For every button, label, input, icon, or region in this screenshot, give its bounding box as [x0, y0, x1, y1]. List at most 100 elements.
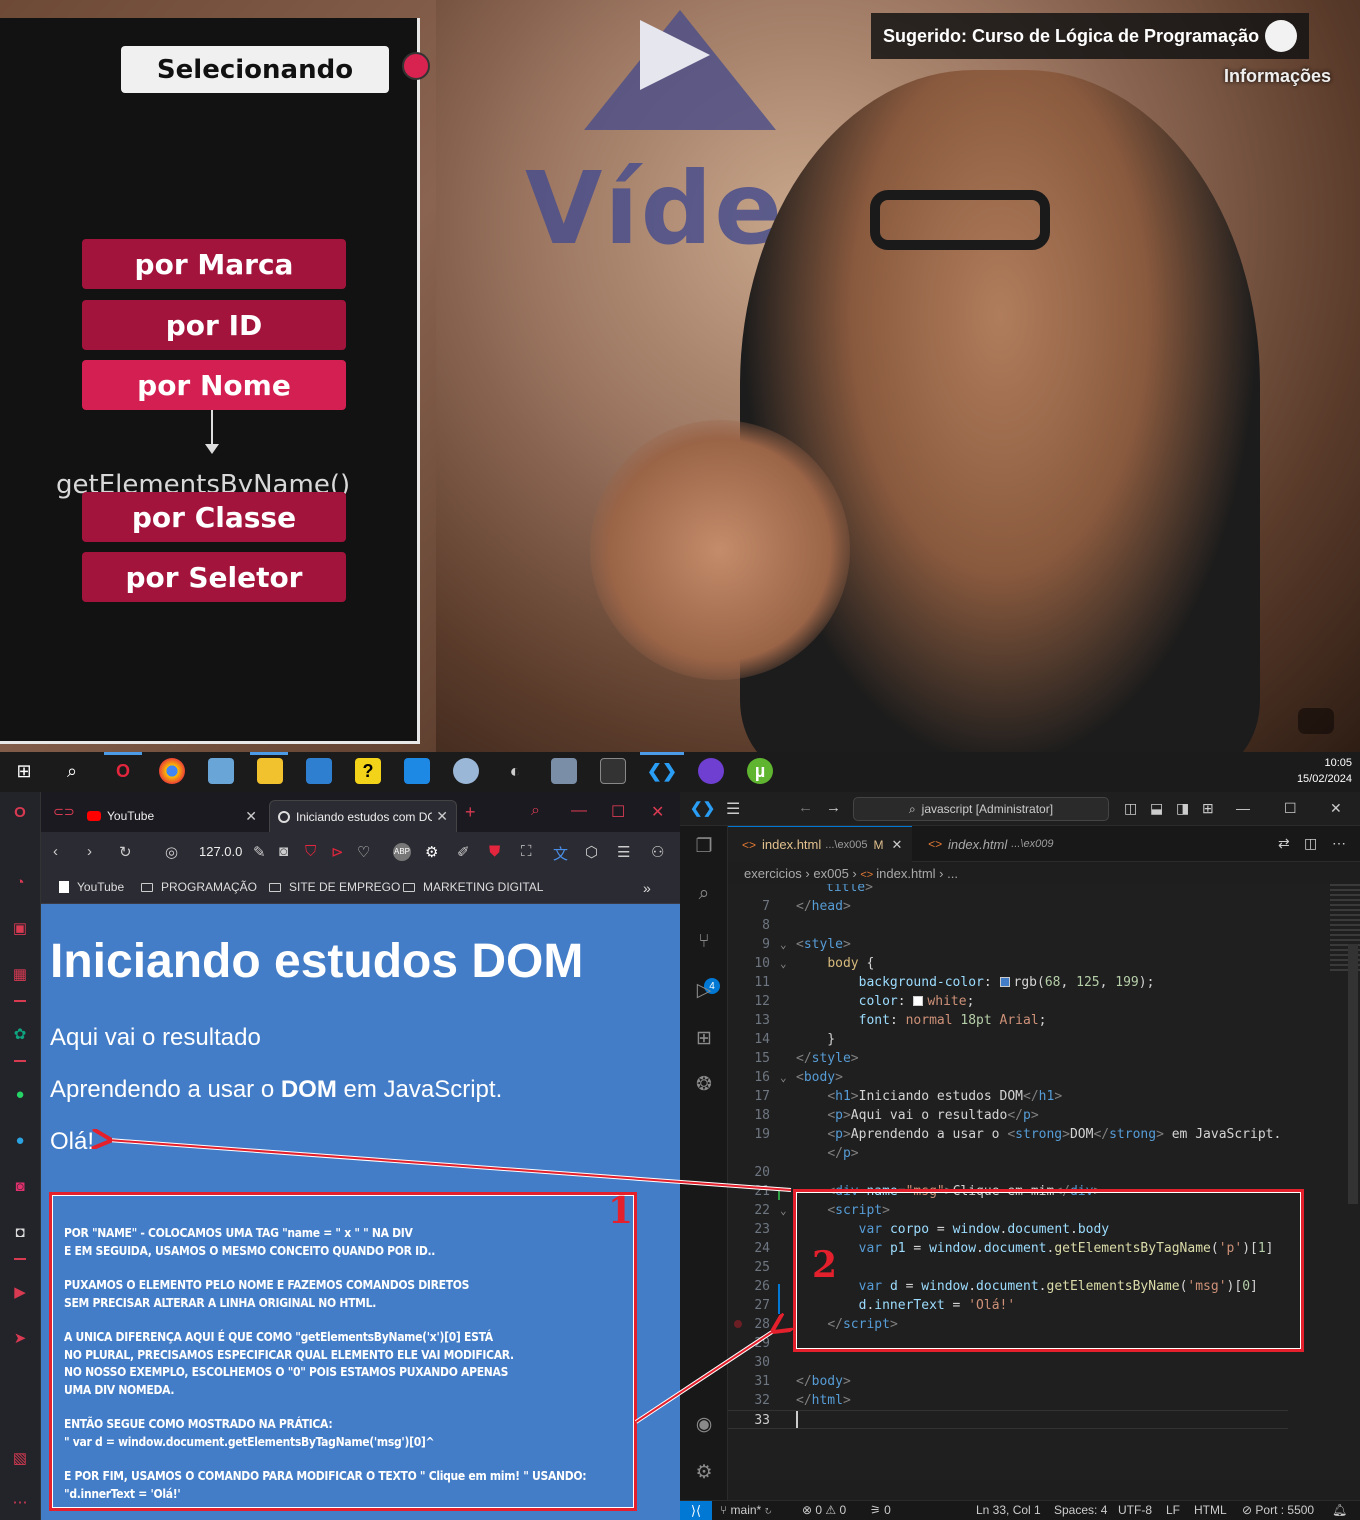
breakpoint-icon[interactable]	[734, 1320, 742, 1328]
instagram-icon[interactable]: ◙	[10, 1176, 30, 1196]
calculator-icon[interactable]	[551, 758, 577, 784]
terminal-icon[interactable]	[600, 758, 626, 784]
maximize-icon[interactable]: ☐	[611, 802, 625, 822]
flow-icon[interactable]: ⊳	[331, 843, 344, 861]
suggestion-toggle[interactable]	[1265, 20, 1297, 52]
close-icon[interactable]: ✕	[245, 808, 257, 825]
ports-status[interactable]: ⚞ 0	[870, 1503, 891, 1517]
breadcrumb-item[interactable]: exercicios	[744, 866, 802, 881]
shield-extension-icon[interactable]: ⛊	[489, 843, 500, 860]
more-actions-icon[interactable]: ⋯	[1332, 835, 1346, 852]
tab-index-ex009[interactable]: <> index.html ...\ex009	[914, 826, 1074, 862]
account-icon[interactable]: ◉	[692, 1412, 716, 1436]
maximize-icon[interactable]: ☐	[1284, 800, 1297, 817]
cursor-position[interactable]: Ln 33, Col 1	[976, 1503, 1041, 1517]
suggestion-bar[interactable]: Sugerido: Curso de Lógica de Programação	[871, 13, 1309, 59]
app-icon[interactable]	[306, 758, 332, 784]
back-icon[interactable]: ‹	[53, 843, 58, 860]
recorder-icon[interactable]: ◐	[502, 758, 528, 784]
whatsapp-icon[interactable]: ●	[10, 1084, 30, 1104]
screenshot-icon[interactable]: ⛶	[521, 843, 532, 860]
shield-icon[interactable]: ⛉	[305, 843, 316, 860]
settings-icon[interactable]: ☰	[617, 843, 630, 861]
close-window-icon[interactable]: ✕	[1330, 800, 1342, 817]
close-icon[interactable]: ✕	[436, 808, 448, 825]
profile-icon[interactable]: ⚇	[651, 843, 664, 861]
editor-scrollbar[interactable]	[1348, 944, 1358, 1204]
toggle-secondary-sidebar-icon[interactable]: ◨	[1176, 800, 1189, 817]
layout-icon[interactable]: ⊞	[1202, 800, 1214, 817]
chatgpt-icon[interactable]: ✿	[10, 1024, 30, 1044]
close-window-icon[interactable]: ✕	[651, 802, 664, 822]
eyedropper-icon[interactable]: ✐	[457, 843, 470, 861]
gear-icon[interactable]: ⚙	[425, 843, 438, 861]
code-editor[interactable]: title> 7 </head> 8 9 ⌄ <style> 10 ⌄ body { 1…	[728, 884, 1360, 1480]
camera-icon[interactable]: ◙	[279, 843, 288, 860]
bookmark-youtube[interactable]: YouTube	[59, 880, 124, 894]
discord-icon[interactable]: ◘	[10, 1222, 30, 1242]
tab-index-ex005[interactable]: <> index.html ...\ex005 M ✕	[728, 826, 912, 862]
explorer-icon[interactable]	[257, 758, 283, 784]
back-arrow-icon[interactable]: ←	[798, 799, 813, 816]
compare-icon[interactable]: ⇄	[1278, 835, 1290, 852]
search-icon[interactable]: ⌕	[692, 882, 716, 906]
network-icon[interactable]	[208, 758, 234, 784]
figma-icon[interactable]: ❂	[692, 1072, 716, 1096]
player-icon[interactable]: ▶	[10, 1282, 30, 1302]
forward-arrow-icon[interactable]: →	[826, 799, 841, 816]
breadcrumb-item[interactable]: ...	[947, 866, 958, 881]
manage-gear-icon[interactable]: ⚙	[692, 1460, 716, 1484]
github-icon[interactable]	[698, 758, 724, 784]
msg-div[interactable]: Olá!	[50, 1128, 94, 1156]
utorrent-icon[interactable]: µ	[747, 758, 773, 784]
video-player[interactable]: Vídeo Selecionando por Marca por ID por …	[0, 0, 1360, 752]
minimize-icon[interactable]: —	[1236, 800, 1250, 816]
bookmark-site-de-emprego[interactable]: SITE DE EMPREGO	[269, 880, 400, 894]
help-icon[interactable]: ?	[355, 758, 381, 784]
language-mode[interactable]: HTML	[1194, 1503, 1227, 1517]
explorer-icon[interactable]: ❐	[692, 834, 716, 858]
extensions-icon[interactable]: ⊞	[692, 1026, 716, 1050]
forward-icon[interactable]: ›	[87, 843, 92, 860]
info-link[interactable]: Informações	[1224, 66, 1331, 87]
bookmark-marketing-digital[interactable]: MARKETING DIGITAL	[403, 880, 543, 894]
encoding[interactable]: UTF-8	[1118, 1503, 1152, 1517]
bell-icon[interactable]: 🔔︎	[1332, 1503, 1347, 1517]
taskbar-clock[interactable]: 10:05 15/02/2024	[1297, 755, 1352, 787]
gallery-icon[interactable]: ▧	[10, 1448, 30, 1468]
close-icon[interactable]: ✕	[891, 837, 902, 853]
site-info-icon[interactable]: ◎	[165, 843, 178, 861]
minimize-icon[interactable]: —	[571, 802, 587, 820]
translate-icon[interactable]: 文	[553, 843, 568, 864]
new-tab-button[interactable]: +	[465, 802, 476, 823]
command-center[interactable]: ⌕ javascript [Administrator]	[853, 797, 1109, 821]
debug-icon[interactable]: ▷	[692, 978, 716, 1002]
adblock-icon[interactable]: ABP	[393, 843, 411, 861]
search-tabs-icon[interactable]: ⌕	[531, 802, 540, 820]
send-icon[interactable]: ➤	[10, 1328, 30, 1348]
more-icon[interactable]: ⋯	[10, 1492, 30, 1512]
split-editor-icon[interactable]: ◫	[1304, 835, 1317, 852]
windows-icon[interactable]: ⊞	[11, 758, 37, 784]
telegram-icon[interactable]: ●	[10, 1130, 30, 1150]
line-ending[interactable]: LF	[1166, 1503, 1180, 1517]
breadcrumb-item[interactable]: index.html	[876, 866, 935, 881]
paint-icon[interactable]	[453, 758, 479, 784]
source-control-icon[interactable]: ⑂	[692, 930, 716, 954]
extensions-icon[interactable]: ⬡	[585, 843, 598, 861]
menu-icon[interactable]: ☰	[726, 799, 740, 819]
search-icon[interactable]: ⌕	[59, 758, 85, 784]
toggle-panel-icon[interactable]: ⬓	[1150, 800, 1163, 817]
toggle-sidebar-icon[interactable]: ◫	[1124, 800, 1137, 817]
indentation[interactable]: Spaces: 4	[1054, 1503, 1107, 1517]
reload-icon[interactable]: ↻	[119, 843, 132, 861]
chrome-icon[interactable]	[159, 758, 185, 784]
heart-icon[interactable]: ♡	[357, 843, 370, 861]
breadcrumb-item[interactable]: ex005	[813, 866, 848, 881]
tab-youtube[interactable]: YouTube ✕	[79, 800, 265, 832]
address-bar[interactable]: 127.0.0	[199, 844, 242, 859]
tab-dom-study[interactable]: Iniciando estudos com DOM ✕	[269, 800, 457, 832]
opera-icon[interactable]: O	[10, 802, 30, 822]
speed-dial-icon[interactable]: ◔	[10, 872, 30, 892]
opera-icon[interactable]: O	[110, 758, 136, 784]
